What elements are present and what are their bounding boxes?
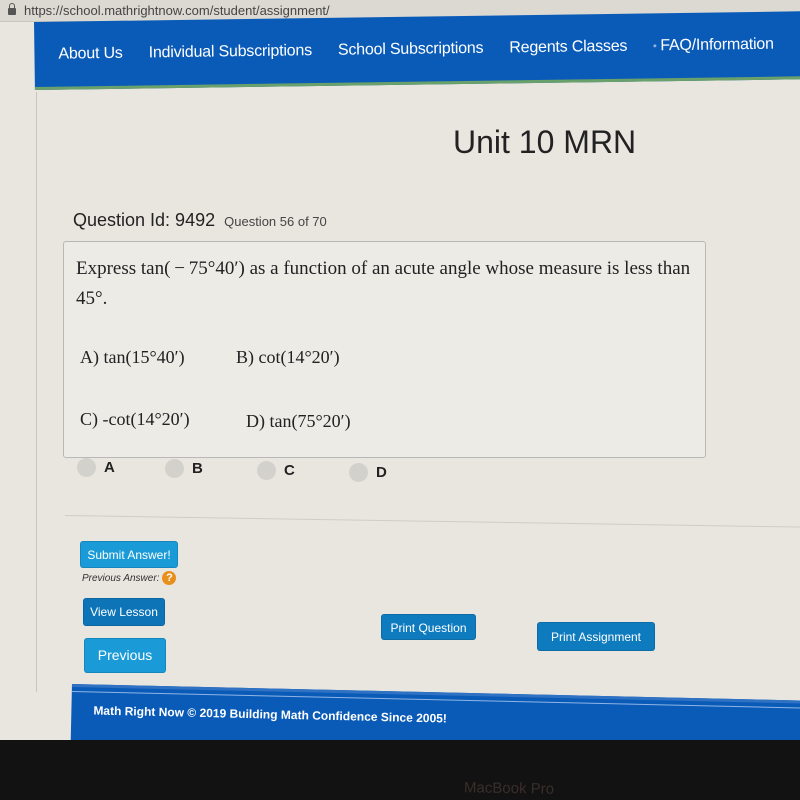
option-a-text: A) tan(15°40′) xyxy=(80,347,185,367)
nav-separator xyxy=(653,44,657,48)
main-content: Unit 10 MRN Question Id: 9492 Question 5… xyxy=(36,92,800,692)
question-text: Express tan( − 75°40′) as a function of … xyxy=(76,258,691,309)
laptop-bezel xyxy=(0,740,800,800)
nav-regents-classes[interactable]: Regents Classes xyxy=(509,37,627,57)
nav-individual-subscriptions[interactable]: Individual Subscriptions xyxy=(149,42,313,62)
nav-about-us[interactable]: About Us xyxy=(58,44,122,63)
print-question-button[interactable]: Print Question xyxy=(381,614,476,640)
help-icon[interactable]: ? xyxy=(162,571,177,585)
choice-c[interactable]: C xyxy=(257,461,295,480)
question-id-label: Question Id: 9492 xyxy=(73,210,216,230)
view-lesson-button[interactable]: View Lesson xyxy=(83,598,165,626)
lock-icon xyxy=(8,3,16,15)
browser-screen: https://school.mathrightnow.com/student/… xyxy=(0,0,800,745)
top-navigation: About Us Individual Subscriptions School… xyxy=(34,11,800,90)
page-title: Unit 10 MRN xyxy=(453,124,637,160)
site-footer: Math Right Now © 2019 Building Math Conf… xyxy=(70,684,800,745)
section-divider xyxy=(64,515,800,528)
choice-label: C xyxy=(284,462,295,479)
nav-school-subscriptions[interactable]: School Subscriptions xyxy=(338,39,484,59)
choice-a[interactable]: A xyxy=(77,458,115,477)
choice-label: D xyxy=(376,464,387,481)
print-assignment-button[interactable]: Print Assignment xyxy=(537,622,655,651)
question-box: Express tan( − 75°40′) as a function of … xyxy=(63,241,706,458)
question-id: Question Id: 9492 Question 56 of 70 xyxy=(73,210,327,231)
choice-label: A xyxy=(104,459,115,476)
radio-button[interactable] xyxy=(77,458,96,477)
device-label: MacBook Pro xyxy=(463,779,555,798)
choice-d[interactable]: D xyxy=(349,463,387,482)
previous-button[interactable]: Previous xyxy=(84,638,166,673)
previous-answer-label: Previous Answer: xyxy=(82,572,160,584)
option-b-text: B) cot(14°20′) xyxy=(236,347,340,367)
question-progress: Question 56 of 70 xyxy=(224,214,327,229)
choice-b[interactable]: B xyxy=(165,459,203,478)
url-text[interactable]: https://school.mathrightnow.com/student/… xyxy=(24,3,330,18)
nav-faq-information[interactable]: FAQ/Information xyxy=(660,35,774,55)
radio-button[interactable] xyxy=(349,463,368,482)
footer-text: Math Right Now © 2019 Building Math Conf… xyxy=(93,703,448,726)
radio-button[interactable] xyxy=(257,461,276,480)
option-c-text: C) -cot(14°20′) xyxy=(80,409,190,429)
previous-answer: Previous Answer: ? xyxy=(82,571,177,585)
option-d-text: D) tan(75°20′) xyxy=(246,411,351,431)
answer-choices: A B C D xyxy=(77,458,437,488)
submit-answer-button[interactable]: Submit Answer! xyxy=(80,541,178,568)
choice-label: B xyxy=(192,460,203,477)
radio-button[interactable] xyxy=(165,459,184,478)
